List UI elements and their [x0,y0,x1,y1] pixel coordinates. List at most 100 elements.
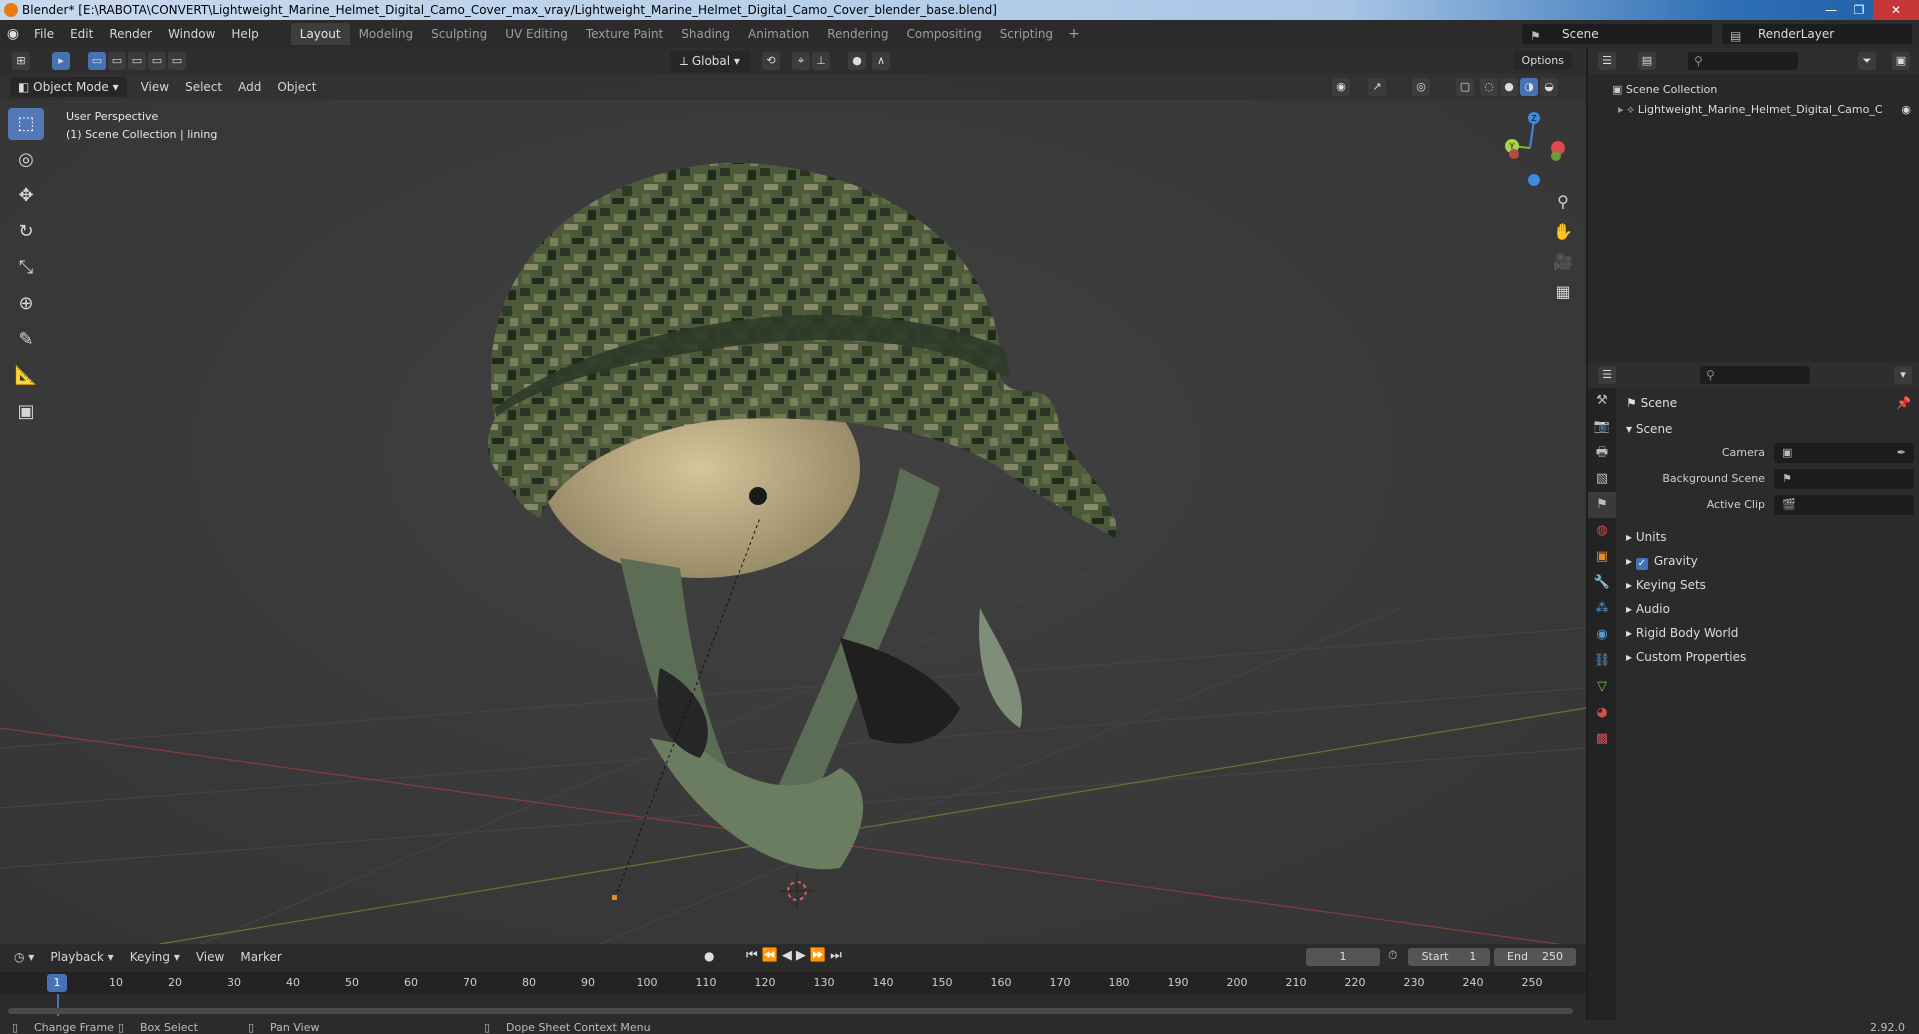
solid-shading-icon[interactable]: ● [1500,78,1518,96]
rotate-tool[interactable]: ↻ [8,216,44,248]
filter-icon[interactable]: ⏷ [1858,52,1876,70]
cursor-tool[interactable]: ◎ [8,144,44,176]
end-frame-field[interactable]: End 250 [1494,948,1576,966]
add-workspace-button[interactable]: + [1062,26,1086,42]
start-frame-field[interactable]: Start 1 [1408,948,1490,966]
eye-visibility-icon[interactable]: ◉ [1901,100,1911,120]
material-shading-icon[interactable]: ◑ [1520,78,1538,96]
outliner-panel[interactable]: ☰ ▤ ⚲ ⏷ ▣ ▣ Scene Collection ▸ ⟡ Lightwe… [1588,48,1919,362]
select-difference-icon[interactable]: ▭ [148,52,166,70]
tab-layout[interactable]: Layout [290,23,350,45]
select-intersect-icon[interactable]: ▭ [168,52,186,70]
tab-scripting[interactable]: Scripting [991,23,1062,45]
timeline-editor-type-icon[interactable]: ◷ ▾ [6,950,42,964]
background-scene-field[interactable]: ⚑ [1774,469,1914,489]
panel-rigid-body-world[interactable]: ▸ Rigid Body World [1626,626,1738,640]
new-collection-icon[interactable]: ▣ [1892,52,1910,70]
constraints-tab-icon[interactable]: ⛓ [1588,648,1616,674]
menu-window[interactable]: Window [160,27,223,41]
pin-icon[interactable]: 📌 [1896,396,1911,410]
menu-file[interactable]: File [26,27,62,41]
zoom-icon[interactable]: ⚲ [1548,188,1578,216]
active-clip-field[interactable]: 🎬 [1774,495,1914,515]
outliner-search-input[interactable]: ⚲ [1688,52,1798,70]
rendered-shading-icon[interactable]: ◒ [1540,78,1558,96]
display-mode-icon[interactable]: ▤ [1638,52,1656,70]
proportional-edit-icon[interactable]: ● [848,52,866,70]
particles-tab-icon[interactable]: ⁂ [1588,596,1616,622]
pivot-icon[interactable]: ⟲ [762,52,780,70]
orientation-dropdown[interactable]: ⟂ Global ▾ [670,51,750,72]
select-new-icon[interactable]: ▭ [88,52,106,70]
render-tab-icon[interactable]: 📷 [1588,414,1616,440]
scene-selector[interactable]: ⚑ Scene [1522,24,1712,44]
pan-hand-icon[interactable]: ✋ [1548,218,1578,246]
timeline-menu-view[interactable]: View [188,950,232,964]
outliner-row-helmet[interactable]: ▸ ⟡ Lightweight_Marine_Helmet_Digital_Ca… [1588,100,1919,120]
minimize-button[interactable]: — [1817,0,1845,20]
playback-controls-icon[interactable]: ⏮⏪◀▶⏩⏭ [746,948,846,963]
panel-audio[interactable]: ▸ Audio [1626,602,1670,616]
add-cube-tool[interactable]: ▣ [8,396,44,428]
tab-uv-editing[interactable]: UV Editing [496,23,577,45]
falloff-icon[interactable]: ∧ [872,52,890,70]
editor-type-icon[interactable]: ⊞ [12,52,30,70]
properties-panel[interactable]: ☰ ⚲ ▾ ⚒ 📷 🖶 ▧ ⚑ ◍ ▣ 🔧 ⁂ ◉ ⛓ ▽ ◕ ▩ ⚑ Scen… [1588,362,1919,1020]
3d-viewport[interactable]: ⊞ ▸ ▭ ▭ ▭ ▭ ▭ ⟂ Global ▾ ⟲ ⌖ ⊥ ● ∧ Optio… [0,48,1586,944]
timeline-editor[interactable]: ◷ ▾ Playback ▾ Keying ▾ View Marker ● ⏮⏪… [0,944,1586,1020]
select-mode-icon[interactable]: ▸ [52,52,70,70]
outliner-row-scene-collection[interactable]: ▣ Scene Collection [1588,80,1919,100]
navigation-gizmo[interactable]: Z Y [1490,108,1570,188]
scale-tool[interactable]: ⤡ [8,252,44,284]
scene-tab-icon[interactable]: ⚑ [1588,492,1616,518]
render-layer-selector[interactable]: ▤ RenderLayer [1722,24,1912,44]
current-frame-field[interactable]: 1 [1306,948,1380,966]
perspective-toggle-icon[interactable]: ▦ [1548,278,1578,306]
properties-editor-type-icon[interactable]: ☰ [1598,366,1616,384]
timeline-menu-marker[interactable]: Marker [232,950,289,964]
tab-rendering[interactable]: Rendering [818,23,897,45]
timeline-menu-playback[interactable]: Playback ▾ [42,950,121,964]
measure-tool[interactable]: 📐 [8,360,44,392]
move-tool[interactable]: ✥ [8,180,44,212]
blender-menu-icon[interactable]: ◉ [0,26,26,42]
expand-arrow-icon[interactable]: ▸ [1618,103,1627,116]
snap-icon[interactable]: ⌖ [792,52,810,70]
world-tab-icon[interactable]: ◍ [1588,518,1616,544]
tool-tab-icon[interactable]: ⚒ [1588,388,1616,414]
texture-tab-icon[interactable]: ▩ [1588,726,1616,752]
view-layer-tab-icon[interactable]: ▧ [1588,466,1616,492]
xray-icon[interactable]: ▢ [1456,78,1474,96]
options-dropdown[interactable]: Options [1513,51,1572,70]
visibility-icon[interactable]: ◉ [1332,78,1350,96]
properties-options-icon[interactable]: ▾ [1894,366,1912,384]
select-subtract-icon[interactable]: ▭ [128,52,146,70]
menu-help[interactable]: Help [223,27,266,41]
overlay-icon[interactable]: ◎ [1412,78,1430,96]
outliner-editor-type-icon[interactable]: ☰ [1598,52,1616,70]
snap-target-icon[interactable]: ⊥ [812,52,830,70]
panel-units[interactable]: ▸ Units [1626,530,1667,544]
viewport-menu-view[interactable]: View [133,80,177,94]
select-box-tool[interactable]: ⬚ [8,108,44,140]
panel-custom-properties[interactable]: ▸ Custom Properties [1626,650,1746,664]
gizmo-toggle-icon[interactable]: ↗ [1368,78,1386,96]
menu-edit[interactable]: Edit [62,27,101,41]
panel-keying-sets[interactable]: ▸ Keying Sets [1626,578,1706,592]
output-tab-icon[interactable]: 🖶 [1588,440,1616,466]
close-button[interactable]: ✕ [1873,0,1919,20]
viewport-menu-add[interactable]: Add [230,80,269,94]
transform-tool[interactable]: ⊕ [8,288,44,320]
panel-gravity[interactable]: ▸ ✓ Gravity [1626,554,1698,570]
viewport-menu-object[interactable]: Object [269,80,324,94]
select-extend-icon[interactable]: ▭ [108,52,126,70]
properties-search-input[interactable]: ⚲ [1700,366,1810,384]
viewport-menu-select[interactable]: Select [177,80,230,94]
annotate-tool[interactable]: ✎ [8,324,44,356]
physics-tab-icon[interactable]: ◉ [1588,622,1616,648]
maximize-button[interactable]: ❐ [1845,0,1873,20]
wireframe-shading-icon[interactable]: ◌ [1480,78,1498,96]
material-tab-icon[interactable]: ◕ [1588,700,1616,726]
eyedropper-icon[interactable]: ✒ [1897,443,1906,463]
tab-texture-paint[interactable]: Texture Paint [577,23,672,45]
